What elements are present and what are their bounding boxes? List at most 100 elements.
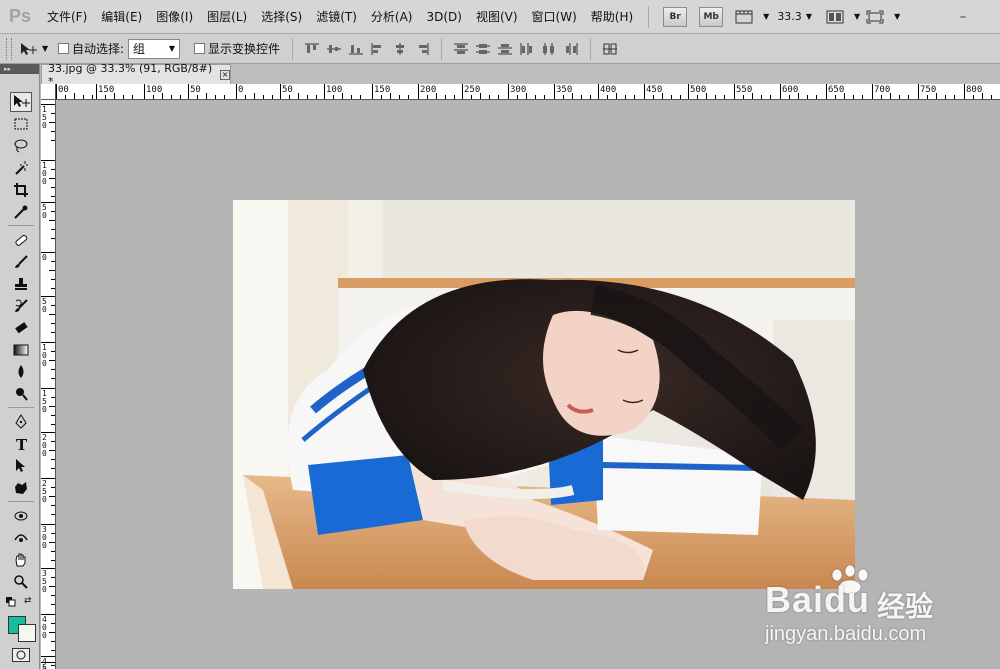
align-hcenter-icon[interactable] xyxy=(389,41,411,57)
quick-mask-icon[interactable] xyxy=(12,648,30,662)
menu-window[interactable]: 窗口(W) xyxy=(525,0,584,34)
svg-text:T: T xyxy=(16,436,28,452)
ruler-label: 250 xyxy=(42,479,47,504)
ruler-minor-tick xyxy=(92,95,93,99)
menu-help[interactable]: 帮助(H) xyxy=(584,0,640,34)
ruler-minor-tick xyxy=(51,238,55,239)
minimize-icon[interactable]: – xyxy=(948,0,978,34)
brush-tool-icon[interactable] xyxy=(10,252,32,272)
bridge-button[interactable]: Br xyxy=(663,6,688,27)
ruler-minor-tick xyxy=(197,95,198,99)
move-tool-icon[interactable] xyxy=(10,92,32,112)
align-top-icon[interactable] xyxy=(301,41,323,57)
ruler-minor-tick xyxy=(245,95,246,99)
clone-stamp-tool-icon[interactable] xyxy=(10,274,32,294)
ruler-minor-tick xyxy=(51,113,55,114)
distribute-left-icon[interactable] xyxy=(516,41,538,57)
menu-3d[interactable]: 3D(D) xyxy=(419,0,468,34)
ruler-minor-tick xyxy=(171,95,172,99)
ruler-minor-tick xyxy=(480,93,481,99)
ruler-minor-tick xyxy=(752,93,753,99)
view-extras-icon[interactable] xyxy=(733,8,755,26)
align-bottom-icon[interactable] xyxy=(345,41,367,57)
default-colors-icon[interactable] xyxy=(6,596,16,607)
ruler-minor-tick xyxy=(51,441,55,442)
ruler-minor-tick xyxy=(399,95,400,99)
arrange-documents-icon[interactable] xyxy=(824,8,846,26)
ruler-minor-tick xyxy=(153,95,154,99)
ruler-minor-tick xyxy=(51,641,55,642)
auto-select-dropdown[interactable]: 组 ▼ xyxy=(128,38,181,59)
ruler-minor-tick xyxy=(927,95,928,99)
3d-rotate-tool-icon[interactable] xyxy=(10,506,32,526)
align-vcenter-icon[interactable] xyxy=(323,41,345,57)
ruler-minor-tick xyxy=(51,424,55,425)
ruler-minor-tick xyxy=(51,332,55,333)
magic-wand-tool-icon[interactable] xyxy=(10,158,32,178)
distribute-right-icon[interactable] xyxy=(560,41,582,57)
screen-mode-icon[interactable] xyxy=(864,8,886,26)
dodge-tool-icon[interactable] xyxy=(10,384,32,404)
chevron-down-icon[interactable]: ▼ xyxy=(763,12,769,21)
gradient-tool-icon[interactable] xyxy=(10,340,32,360)
background-color-swatch[interactable] xyxy=(18,624,36,642)
eraser-tool-icon[interactable] xyxy=(10,318,32,338)
ruler-origin[interactable] xyxy=(41,84,56,100)
ruler-minor-tick xyxy=(51,229,55,230)
crop-tool-icon[interactable] xyxy=(10,180,32,200)
ruler-minor-tick xyxy=(798,93,799,99)
custom-shape-tool-icon[interactable] xyxy=(10,478,32,498)
document-tab[interactable]: 33.jpg @ 33.3% (91, RGB/8#) * × xyxy=(41,62,231,88)
ruler-minor-tick xyxy=(899,95,900,99)
close-icon[interactable]: × xyxy=(220,69,230,80)
show-transform-checkbox[interactable] xyxy=(194,43,206,54)
move-tool-icon xyxy=(21,42,37,55)
menu-analysis[interactable]: 分析(A) xyxy=(364,0,420,34)
marquee-tool-icon[interactable] xyxy=(10,114,32,134)
pen-tool-icon[interactable] xyxy=(10,412,32,432)
auto-align-layers-icon[interactable] xyxy=(599,41,621,57)
ruler-minor-tick xyxy=(381,95,382,99)
chevron-down-icon[interactable]: ▼ xyxy=(854,12,860,21)
options-grip[interactable] xyxy=(6,37,12,60)
align-left-icon[interactable] xyxy=(367,41,389,57)
zoom-tool-icon[interactable] xyxy=(10,572,32,592)
menu-view[interactable]: 视图(V) xyxy=(469,0,525,34)
type-tool-icon[interactable]: T xyxy=(10,434,32,454)
mini-bridge-button[interactable]: Mb xyxy=(699,6,724,27)
menu-image[interactable]: 图像(I) xyxy=(149,0,200,34)
vertical-ruler[interactable]: 150100500501001502002503003504004505 xyxy=(41,100,56,669)
menu-edit[interactable]: 编辑(E) xyxy=(94,0,149,34)
healing-brush-tool-icon[interactable] xyxy=(10,230,32,250)
chevron-down-icon[interactable]: ▼ xyxy=(806,12,812,21)
chevron-down-icon[interactable]: ▼ xyxy=(894,12,900,21)
distribute-top-icon[interactable] xyxy=(450,41,472,57)
distribute-hcenter-icon[interactable] xyxy=(538,41,560,57)
horizontal-ruler[interactable]: 00 150 100 50 0 50 100 150 200 250 300 350 400 450 500… xyxy=(56,84,1000,100)
chevron-down-icon[interactable]: ▼ xyxy=(42,44,48,53)
menu-filter[interactable]: 滤镜(T) xyxy=(309,0,364,34)
distribute-vcenter-icon[interactable] xyxy=(472,41,494,57)
auto-select-checkbox[interactable] xyxy=(58,43,69,54)
swap-colors-icon[interactable]: ⇄ xyxy=(24,596,36,606)
hand-tool-icon[interactable] xyxy=(10,550,32,570)
tools-panel-collapse[interactable]: ▸▸ xyxy=(0,64,39,74)
menu-layer[interactable]: 图层(L) xyxy=(200,0,254,34)
document-image[interactable] xyxy=(233,200,855,589)
distribute-bottom-icon[interactable] xyxy=(494,41,516,57)
path-selection-tool-icon[interactable] xyxy=(10,456,32,476)
options-divider xyxy=(292,37,294,60)
eyedropper-tool-icon[interactable] xyxy=(10,202,32,222)
history-brush-tool-icon[interactable] xyxy=(10,296,32,316)
ruler-minor-tick xyxy=(581,95,582,99)
lasso-tool-icon[interactable] xyxy=(10,136,32,156)
align-right-icon[interactable] xyxy=(411,41,433,57)
ruler-minor-tick xyxy=(427,95,428,99)
blur-tool-icon[interactable] xyxy=(10,362,32,382)
menu-select[interactable]: 选择(S) xyxy=(254,0,309,34)
menu-file[interactable]: 文件(F) xyxy=(40,0,94,34)
zoom-level[interactable]: 33.3 ▼ xyxy=(777,10,812,23)
tool-preset-picker[interactable]: ▼ xyxy=(18,41,58,57)
watermark-brand: Baidu xyxy=(765,579,871,620)
3d-orbit-tool-icon[interactable] xyxy=(10,528,32,548)
